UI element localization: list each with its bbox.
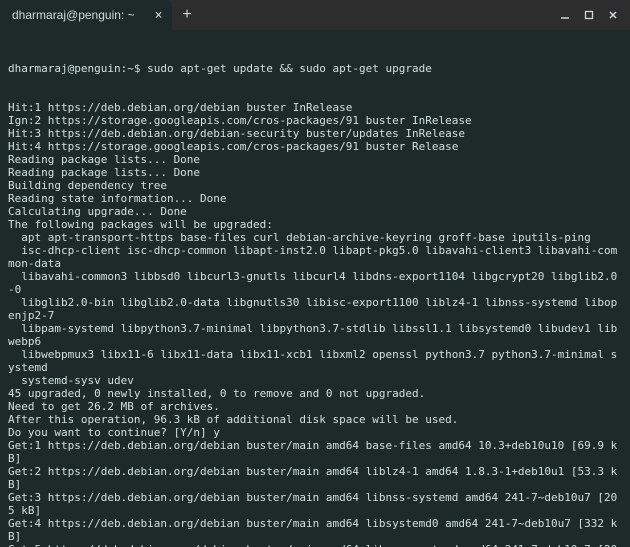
terminal-window: dharmaraj@penguin: ~ × + dharmaraj@pengu… bbox=[0, 0, 630, 547]
terminal-line: Get:4 https://deb.debian.org/debian bust… bbox=[8, 517, 622, 543]
terminal-line: Get:2 https://deb.debian.org/debian bust… bbox=[8, 465, 622, 491]
terminal-line: libavahi-common3 libbsd0 libcurl3-gnutls… bbox=[8, 270, 622, 296]
terminal-line: Need to get 26.2 MB of archives. bbox=[8, 400, 622, 413]
window-controls bbox=[556, 6, 630, 24]
prompt-line: dharmaraj@penguin:~$ sudo apt-get update… bbox=[8, 62, 622, 75]
terminal-line: Get:1 https://deb.debian.org/debian bust… bbox=[8, 439, 622, 465]
terminal-line: Get:5 https://deb.debian.org/debian bust… bbox=[8, 543, 622, 547]
terminal-line: The following packages will be upgraded: bbox=[8, 218, 622, 231]
terminal-line: After this operation, 96.3 kB of additio… bbox=[8, 413, 622, 426]
terminal-line: Do you want to continue? [Y/n] y bbox=[8, 426, 622, 439]
terminal-line: Hit:1 https://deb.debian.org/debian bust… bbox=[8, 101, 622, 114]
prompt-path: ~ bbox=[127, 62, 134, 75]
terminal-line: isc-dhcp-client isc-dhcp-common libapt-i… bbox=[8, 244, 622, 270]
terminal-line: libglib2.0-bin libglib2.0-data libgnutls… bbox=[8, 296, 622, 322]
terminal-line: Calculating upgrade... Done bbox=[8, 205, 622, 218]
terminal-line: Reading package lists... Done bbox=[8, 166, 622, 179]
prompt-userhost: dharmaraj@penguin bbox=[8, 62, 121, 75]
terminal-line: Hit:4 https://storage.googleapis.com/cro… bbox=[8, 140, 622, 153]
new-tab-button[interactable]: + bbox=[172, 6, 201, 24]
terminal-output: Hit:1 https://deb.debian.org/debian bust… bbox=[8, 101, 622, 547]
terminal-line: apt apt-transport-https base-files curl … bbox=[8, 231, 622, 244]
terminal-line: Reading state information... Done bbox=[8, 192, 622, 205]
prompt-command: sudo apt-get update && sudo apt-get upgr… bbox=[147, 62, 432, 75]
terminal-line: systemd-sysv udev bbox=[8, 374, 622, 387]
terminal-line: Reading package lists... Done bbox=[8, 153, 622, 166]
terminal-line: libwebpmux3 libx11-6 libx11-data libx11-… bbox=[8, 348, 622, 374]
terminal-line: Get:3 https://deb.debian.org/debian bust… bbox=[8, 491, 622, 517]
terminal-line: Building dependency tree bbox=[8, 179, 622, 192]
maximize-button[interactable] bbox=[580, 6, 598, 24]
terminal-line: 45 upgraded, 0 newly installed, 0 to rem… bbox=[8, 387, 622, 400]
close-icon[interactable]: × bbox=[153, 7, 165, 24]
tab-title: dharmaraj@penguin: ~ bbox=[12, 8, 135, 22]
terminal-line: libpam-systemd libpython3.7-minimal libp… bbox=[8, 322, 622, 348]
terminal-line: Ign:2 https://storage.googleapis.com/cro… bbox=[8, 114, 622, 127]
terminal-body[interactable]: dharmaraj@penguin:~$ sudo apt-get update… bbox=[0, 30, 630, 547]
terminal-line: Hit:3 https://deb.debian.org/debian-secu… bbox=[8, 127, 622, 140]
titlebar: dharmaraj@penguin: ~ × + bbox=[0, 0, 630, 30]
minimize-button[interactable] bbox=[556, 6, 574, 24]
close-button[interactable] bbox=[604, 6, 622, 24]
tab-active[interactable]: dharmaraj@penguin: ~ × bbox=[0, 0, 172, 30]
